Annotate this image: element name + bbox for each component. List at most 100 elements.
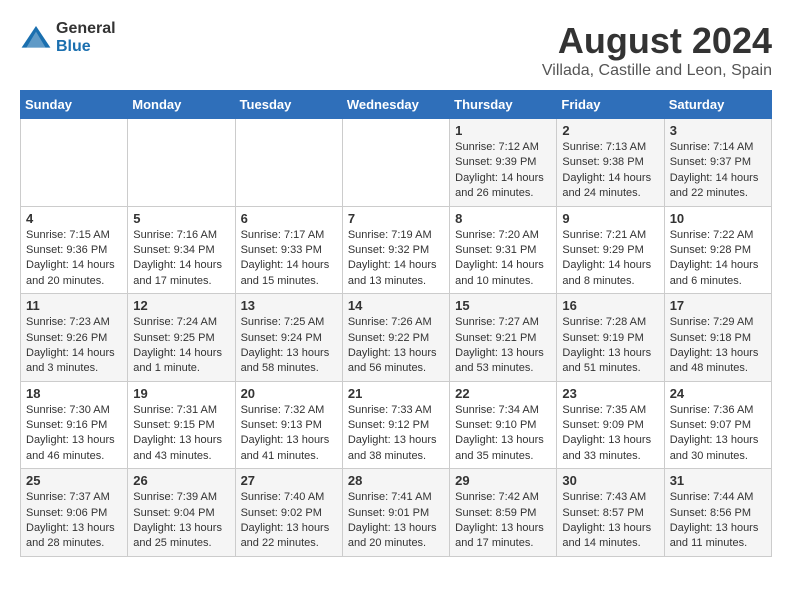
day-info: Sunrise: 7:33 AMSunset: 9:12 PMDaylight:… <box>348 403 444 465</box>
day-number: 3 <box>670 123 766 138</box>
day-number: 5 <box>133 211 229 226</box>
day-cell: 16 Sunrise: 7:28 AMSunset: 9:19 PMDayligh… <box>557 294 664 382</box>
day-cell: 4 Sunrise: 7:15 AMSunset: 9:36 PMDaylight… <box>21 206 128 294</box>
logo-text: General Blue <box>56 20 116 55</box>
day-cell: 7Sunrise: 7:19 AMSunset: 9:32 PMDaylight… <box>342 206 449 294</box>
day-info: Sunrise: 7:39 AMSunset: 9:04 PMDaylight:… <box>133 490 229 552</box>
day-info: Sunrise: 7:41 AMSunset: 9:01 PMDaylight:… <box>348 490 444 552</box>
day-number: 28 <box>348 473 444 488</box>
day-number: 23 <box>562 386 658 401</box>
day-cell: 19 Sunrise: 7:31 AMSunset: 9:15 PMDayligh… <box>128 381 235 469</box>
day-number: 20 <box>241 386 337 401</box>
day-cell: 23 Sunrise: 7:35 AMSunset: 9:09 PMDayligh… <box>557 381 664 469</box>
day-cell: 30 Sunrise: 7:43 AMSunset: 8:57 PMDayligh… <box>557 469 664 557</box>
day-info: Sunrise: 7:22 AMSunset: 9:28 PMDaylight:… <box>670 228 766 290</box>
day-cell: 28 Sunrise: 7:41 AMSunset: 9:01 PMDayligh… <box>342 469 449 557</box>
location-subtitle: Villada, Castille and Leon, Spain <box>542 62 772 80</box>
calendar-table: SundayMondayTuesdayWednesdayThursdayFrid… <box>20 90 772 557</box>
day-cell: 24 Sunrise: 7:36 AMSunset: 9:07 PMDayligh… <box>664 381 771 469</box>
day-cell: 22Sunrise: 7:34 AMSunset: 9:10 PMDayligh… <box>450 381 557 469</box>
day-info: Sunrise: 7:36 AMSunset: 9:07 PMDaylight:… <box>670 403 766 465</box>
week-row-5: 25 Sunrise: 7:37 AMSunset: 9:06 PMDayligh… <box>21 469 772 557</box>
day-info: Sunrise: 7:26 AMSunset: 9:22 PMDaylight:… <box>348 315 444 377</box>
day-cell: 2 Sunrise: 7:13 AMSunset: 9:38 PMDaylight… <box>557 119 664 207</box>
day-info: Sunrise: 7:43 AMSunset: 8:57 PMDaylight:… <box>562 490 658 552</box>
day-number: 26 <box>133 473 229 488</box>
day-cell: 26 Sunrise: 7:39 AMSunset: 9:04 PMDayligh… <box>128 469 235 557</box>
day-info: Sunrise: 7:42 AMSunset: 8:59 PMDaylight:… <box>455 490 551 552</box>
day-info: Sunrise: 7:40 AMSunset: 9:02 PMDaylight:… <box>241 490 337 552</box>
calendar-header: SundayMondayTuesdayWednesdayThursdayFrid… <box>21 91 772 119</box>
day-cell <box>342 119 449 207</box>
day-cell: 12Sunrise: 7:24 AMSunset: 9:25 PMDayligh… <box>128 294 235 382</box>
logo-icon <box>20 22 52 54</box>
header-cell-thursday: Thursday <box>450 91 557 119</box>
day-info: Sunrise: 7:14 AMSunset: 9:37 PMDaylight:… <box>670 140 766 202</box>
day-info: Sunrise: 7:37 AMSunset: 9:06 PMDaylight:… <box>26 490 122 552</box>
day-number: 29 <box>455 473 551 488</box>
day-number: 13 <box>241 298 337 313</box>
logo-general: General <box>56 20 116 38</box>
day-info: Sunrise: 7:21 AMSunset: 9:29 PMDaylight:… <box>562 228 658 290</box>
day-info: Sunrise: 7:35 AMSunset: 9:09 PMDaylight:… <box>562 403 658 465</box>
day-number: 22 <box>455 386 551 401</box>
day-cell: 8Sunrise: 7:20 AMSunset: 9:31 PMDaylight… <box>450 206 557 294</box>
day-number: 19 <box>133 386 229 401</box>
week-row-1: 1Sunrise: 7:12 AMSunset: 9:39 PMDaylight… <box>21 119 772 207</box>
day-cell: 9 Sunrise: 7:21 AMSunset: 9:29 PMDaylight… <box>557 206 664 294</box>
day-cell: 10 Sunrise: 7:22 AMSunset: 9:28 PMDayligh… <box>664 206 771 294</box>
day-number: 9 <box>562 211 658 226</box>
day-number: 14 <box>348 298 444 313</box>
day-number: 16 <box>562 298 658 313</box>
page-header: General Blue August 2024 Villada, Castil… <box>20 20 772 80</box>
day-info: Sunrise: 7:16 AMSunset: 9:34 PMDaylight:… <box>133 228 229 290</box>
day-number: 10 <box>670 211 766 226</box>
day-cell: 3 Sunrise: 7:14 AMSunset: 9:37 PMDaylight… <box>664 119 771 207</box>
day-cell: 5 Sunrise: 7:16 AMSunset: 9:34 PMDaylight… <box>128 206 235 294</box>
day-info: Sunrise: 7:28 AMSunset: 9:19 PMDaylight:… <box>562 315 658 377</box>
title-block: August 2024 Villada, Castille and Leon, … <box>542 20 772 80</box>
day-number: 17 <box>670 298 766 313</box>
day-info: Sunrise: 7:17 AMSunset: 9:33 PMDaylight:… <box>241 228 337 290</box>
day-info: Sunrise: 7:13 AMSunset: 9:38 PMDaylight:… <box>562 140 658 202</box>
day-cell <box>128 119 235 207</box>
header-row: SundayMondayTuesdayWednesdayThursdayFrid… <box>21 91 772 119</box>
day-number: 12 <box>133 298 229 313</box>
day-cell: 17 Sunrise: 7:29 AMSunset: 9:18 PMDayligh… <box>664 294 771 382</box>
day-number: 2 <box>562 123 658 138</box>
day-info: Sunrise: 7:15 AMSunset: 9:36 PMDaylight:… <box>26 228 122 290</box>
day-number: 30 <box>562 473 658 488</box>
header-cell-sunday: Sunday <box>21 91 128 119</box>
day-info: Sunrise: 7:32 AMSunset: 9:13 PMDaylight:… <box>241 403 337 465</box>
day-cell: 21Sunrise: 7:33 AMSunset: 9:12 PMDayligh… <box>342 381 449 469</box>
day-cell: 31 Sunrise: 7:44 AMSunset: 8:56 PMDayligh… <box>664 469 771 557</box>
day-cell: 25 Sunrise: 7:37 AMSunset: 9:06 PMDayligh… <box>21 469 128 557</box>
day-info: Sunrise: 7:25 AMSunset: 9:24 PMDaylight:… <box>241 315 337 377</box>
logo-blue: Blue <box>56 38 116 56</box>
day-number: 25 <box>26 473 122 488</box>
day-number: 6 <box>241 211 337 226</box>
day-info: Sunrise: 7:44 AMSunset: 8:56 PMDaylight:… <box>670 490 766 552</box>
day-cell: 11Sunrise: 7:23 AMSunset: 9:26 PMDayligh… <box>21 294 128 382</box>
day-info: Sunrise: 7:27 AMSunset: 9:21 PMDaylight:… <box>455 315 551 377</box>
day-info: Sunrise: 7:31 AMSunset: 9:15 PMDaylight:… <box>133 403 229 465</box>
day-cell: 20 Sunrise: 7:32 AMSunset: 9:13 PMDayligh… <box>235 381 342 469</box>
day-number: 24 <box>670 386 766 401</box>
day-number: 31 <box>670 473 766 488</box>
header-cell-friday: Friday <box>557 91 664 119</box>
day-cell: 27Sunrise: 7:40 AMSunset: 9:02 PMDayligh… <box>235 469 342 557</box>
week-row-3: 11Sunrise: 7:23 AMSunset: 9:26 PMDayligh… <box>21 294 772 382</box>
day-number: 4 <box>26 211 122 226</box>
week-row-2: 4 Sunrise: 7:15 AMSunset: 9:36 PMDaylight… <box>21 206 772 294</box>
day-cell: 15Sunrise: 7:27 AMSunset: 9:21 PMDayligh… <box>450 294 557 382</box>
day-number: 18 <box>26 386 122 401</box>
day-info: Sunrise: 7:23 AMSunset: 9:26 PMDaylight:… <box>26 315 122 377</box>
day-info: Sunrise: 7:30 AMSunset: 9:16 PMDaylight:… <box>26 403 122 465</box>
calendar-body: 1Sunrise: 7:12 AMSunset: 9:39 PMDaylight… <box>21 119 772 557</box>
header-cell-saturday: Saturday <box>664 91 771 119</box>
day-info: Sunrise: 7:29 AMSunset: 9:18 PMDaylight:… <box>670 315 766 377</box>
day-cell: 29 Sunrise: 7:42 AMSunset: 8:59 PMDayligh… <box>450 469 557 557</box>
day-number: 7 <box>348 211 444 226</box>
header-cell-tuesday: Tuesday <box>235 91 342 119</box>
day-cell: 18 Sunrise: 7:30 AMSunset: 9:16 PMDayligh… <box>21 381 128 469</box>
